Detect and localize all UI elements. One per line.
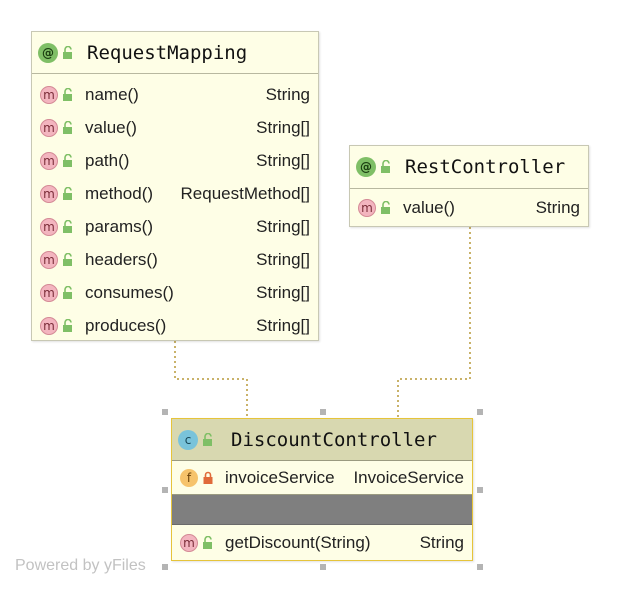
selection-handle-e[interactable] [477,487,483,493]
member-row[interactable]: m params() String[] [40,210,310,243]
member-row[interactable]: m consumes() String[] [40,276,310,309]
edge-requestmapping-to-discountcontroller [174,341,248,418]
public-lock-icon [63,252,72,266]
empty-section [172,495,472,525]
requestmapping-title: RequestMapping [87,41,248,64]
member-name: method() [85,183,154,203]
requestmapping-header: @ RequestMapping [32,32,318,74]
member-type: String[] [256,249,310,269]
method-icon: m [40,151,58,170]
public-lock-icon [63,285,72,299]
public-lock-icon [63,120,72,134]
field-row[interactable]: f invoiceService InvoiceService [172,461,472,495]
public-lock-icon [63,45,72,59]
member-type: String[] [256,216,310,236]
restcontroller-node[interactable]: @ RestController m value() String [349,145,589,227]
restcontroller-members: m value() String [350,189,588,224]
method-icon: m [40,184,58,203]
selection-handle-se[interactable] [477,564,483,570]
selection-handle-nw[interactable] [162,409,168,415]
member-row[interactable]: m headers() String[] [40,243,310,276]
method-icon: m [180,533,198,552]
edge-restcontroller-to-discountcontroller [397,227,471,418]
selection-handle-s[interactable] [320,564,326,570]
member-name: path() [85,150,130,170]
method-name: getDiscount(String) [225,532,371,552]
method-icon: m [40,250,58,269]
selection-handle-sw[interactable] [162,564,168,570]
restcontroller-header: @ RestController [350,146,588,189]
member-name: produces() [85,315,167,335]
member-name: consumes() [85,282,174,302]
member-name: value() [403,197,455,217]
member-name: params() [85,216,154,236]
public-lock-icon [203,432,212,446]
requestmapping-node[interactable]: @ RequestMapping m name() String m value() St… [31,31,319,341]
public-lock-icon [203,535,212,549]
member-name: name() [85,84,139,104]
selection-handle-n[interactable] [320,409,326,415]
private-lock-icon [203,471,213,484]
public-lock-icon [381,200,390,214]
selection-handle-w[interactable] [162,487,168,493]
powered-by-watermark: Powered by yFiles [15,557,146,574]
field-icon: f [180,468,198,487]
member-name: headers() [85,249,158,269]
annotation-icon: @ [38,42,58,63]
member-type: String[] [256,117,310,137]
public-lock-icon [63,87,72,101]
discountcontroller-title: DiscountController [231,428,437,451]
member-row[interactable]: m value() String [358,191,580,224]
member-type: RequestMethod[] [180,183,310,203]
public-lock-icon [63,219,72,233]
member-type: String [535,197,580,217]
field-type: InvoiceService [353,467,464,487]
method-type: String [419,532,464,552]
method-icon: m [40,283,58,302]
member-row[interactable]: m method() RequestMethod[] [40,177,310,210]
member-type: String[] [256,315,310,335]
member-type: String[] [256,282,310,302]
class-icon: c [178,429,198,450]
requestmapping-members: m name() String m value() String[] m path() Stri… [32,74,318,342]
method-row[interactable]: m getDiscount(String) String [172,525,472,560]
method-icon: m [40,217,58,236]
discountcontroller-header: c DiscountController [172,419,472,461]
member-row[interactable]: m produces() String[] [40,309,310,342]
member-row[interactable]: m path() String[] [40,144,310,177]
public-lock-icon [63,186,72,200]
method-icon: m [40,316,58,335]
field-name: invoiceService [225,467,335,487]
member-type: String [265,84,310,104]
method-icon: m [40,85,58,104]
member-row[interactable]: m value() String[] [40,111,310,144]
public-lock-icon [381,160,390,173]
member-row[interactable]: m name() String [40,78,310,111]
annotation-icon: @ [356,157,376,177]
restcontroller-title: RestController [405,156,566,178]
member-type: String[] [256,150,310,170]
method-icon: m [40,118,58,137]
public-lock-icon [63,318,72,332]
discountcontroller-node[interactable]: c DiscountController f invoiceService In… [171,418,473,561]
selection-handle-ne[interactable] [477,409,483,415]
member-name: value() [85,117,137,137]
public-lock-icon [63,153,72,167]
method-icon: m [358,198,376,217]
